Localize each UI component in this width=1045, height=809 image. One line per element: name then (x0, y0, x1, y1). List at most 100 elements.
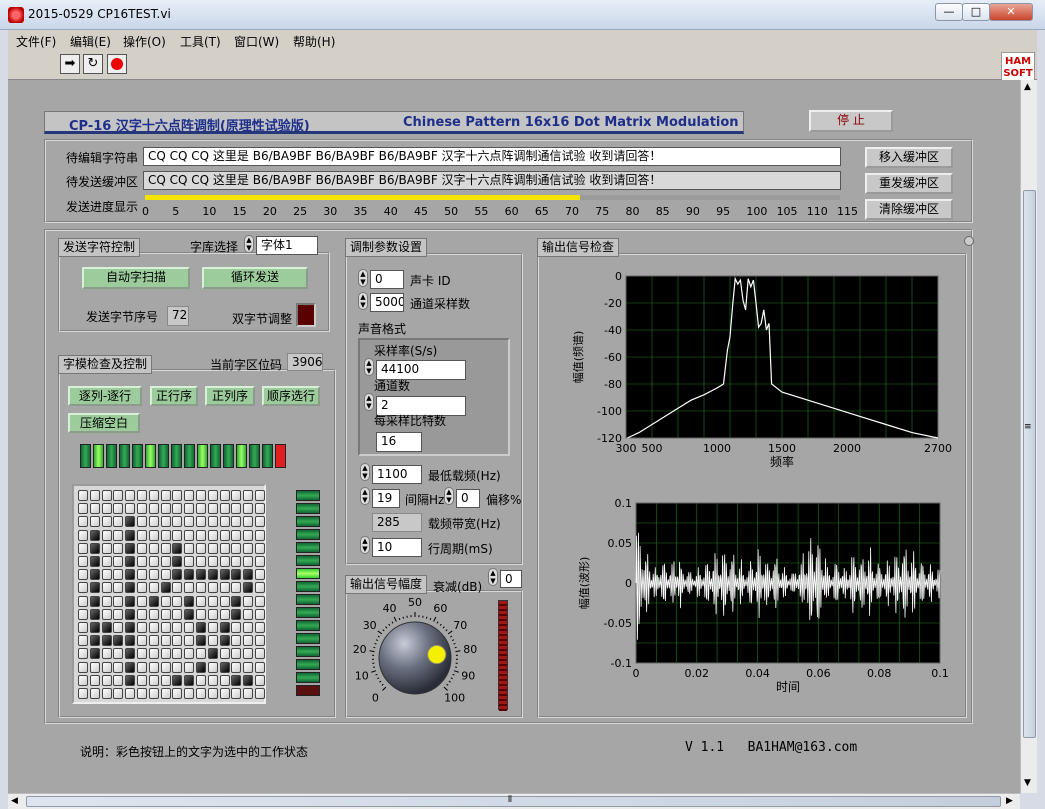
matrix-dot[interactable] (148, 582, 159, 594)
matrix-dot[interactable] (78, 582, 88, 594)
matrix-dot[interactable] (184, 529, 195, 541)
matrix-dot[interactable] (101, 503, 112, 515)
matrix-dot[interactable] (78, 661, 88, 673)
matrix-dot[interactable] (172, 582, 183, 594)
matrix-dot[interactable] (89, 622, 100, 633)
matrix-dot[interactable] (243, 595, 254, 607)
matrix-dot[interactable] (207, 674, 218, 686)
matrix-dot[interactable] (78, 595, 88, 607)
matrix-dot[interactable] (160, 490, 171, 501)
matrix-dot[interactable] (255, 595, 265, 607)
matrix-dot[interactable] (113, 503, 124, 515)
auto-scan-button[interactable]: 自动字扫描 (82, 267, 190, 289)
matrix-dot[interactable] (207, 542, 218, 554)
matrix-dot[interactable] (184, 661, 195, 673)
scroll-left-icon[interactable]: ◀ (11, 796, 18, 806)
step-input[interactable]: 19 (372, 489, 400, 508)
matrix-dot[interactable] (172, 635, 183, 647)
matrix-dot[interactable] (101, 569, 112, 581)
matrix-dot[interactable] (125, 688, 136, 699)
matrix-dot[interactable] (78, 556, 88, 567)
matrix-dot[interactable] (255, 542, 265, 554)
matrix-dot[interactable] (243, 608, 254, 620)
matrix-dot[interactable] (113, 674, 124, 686)
matrix-dot[interactable] (113, 635, 124, 647)
run-continuous-icon[interactable]: ↻ (83, 54, 103, 74)
matrix-dot[interactable] (255, 648, 265, 660)
matrix-dot[interactable] (231, 569, 242, 581)
stop-button[interactable]: 停 止 (809, 110, 893, 132)
matrix-dot[interactable] (148, 503, 159, 515)
matrix-dot[interactable] (219, 608, 230, 620)
matrix-dot[interactable] (78, 608, 88, 620)
row-order-button[interactable]: 正行序 (150, 386, 198, 406)
matrix-dot[interactable] (219, 542, 230, 554)
matrix-dot[interactable] (231, 622, 242, 633)
period-spin[interactable]: ▲ ▼ (360, 536, 370, 554)
matrix-dot[interactable] (113, 516, 124, 528)
matrix-dot[interactable] (219, 635, 230, 647)
resend-buffer-button[interactable]: 重发缓冲区 (865, 173, 953, 194)
matrix-dot[interactable] (219, 674, 230, 686)
matrix-dot[interactable] (219, 595, 230, 607)
matrix-dot[interactable] (219, 688, 230, 699)
matrix-dot[interactable] (125, 674, 136, 686)
matrix-dot[interactable] (243, 490, 254, 501)
matrix-dot[interactable] (207, 635, 218, 647)
col-order-button[interactable]: 正列序 (205, 386, 255, 406)
matrix-dot[interactable] (231, 674, 242, 686)
matrix-dot[interactable] (184, 556, 195, 567)
min-carrier-input[interactable]: 1100 (372, 465, 422, 484)
matrix-dot[interactable] (101, 595, 112, 607)
matrix-dot[interactable] (184, 490, 195, 501)
matrix-dot[interactable] (243, 516, 254, 528)
matrix-dot[interactable] (219, 529, 230, 541)
matrix-dot[interactable] (243, 529, 254, 541)
matrix-dot[interactable] (184, 516, 195, 528)
bits-input[interactable]: 16 (376, 432, 422, 452)
matrix-dot[interactable] (137, 582, 147, 594)
loop-send-button[interactable]: 循环发送 (202, 267, 308, 289)
matrix-dot[interactable] (196, 608, 206, 620)
matrix-dot[interactable] (172, 688, 183, 699)
matrix-dot[interactable] (101, 556, 112, 567)
matrix-dot[interactable] (219, 556, 230, 567)
matrix-dot[interactable] (78, 490, 88, 501)
matrix-dot[interactable] (89, 529, 100, 541)
matrix-dot[interactable] (184, 582, 195, 594)
matrix-dot[interactable] (184, 542, 195, 554)
matrix-dot[interactable] (172, 595, 183, 607)
matrix-dot[interactable] (148, 648, 159, 660)
matrix-dot[interactable] (89, 595, 100, 607)
matrix-dot[interactable] (207, 608, 218, 620)
matrix-dot[interactable] (172, 490, 183, 501)
matrix-dot[interactable] (148, 569, 159, 581)
matrix-dot[interactable] (160, 542, 171, 554)
channels-spin[interactable]: ▲ ▼ (364, 393, 374, 411)
matrix-dot[interactable] (160, 635, 171, 647)
matrix-dot[interactable] (137, 648, 147, 660)
matrix-dot[interactable] (243, 688, 254, 699)
matrix-dot[interactable] (207, 622, 218, 633)
offset-spin[interactable]: ▲ ▼ (444, 487, 454, 505)
matrix-dot[interactable] (160, 661, 171, 673)
matrix-dot[interactable] (101, 608, 112, 620)
matrix-dot[interactable] (255, 661, 265, 673)
matrix-dot[interactable] (125, 582, 136, 594)
matrix-dot[interactable] (137, 688, 147, 699)
edit-string-input[interactable]: CQ CQ CQ 这里是 B6/BA9BF B6/BA9BF B6/BA9BF … (143, 147, 841, 166)
matrix-dot[interactable] (113, 490, 124, 501)
matrix-dot[interactable] (243, 569, 254, 581)
matrix-dot[interactable] (125, 635, 136, 647)
matrix-dot[interactable] (78, 516, 88, 528)
matrix-dot[interactable] (78, 529, 88, 541)
matrix-dot[interactable] (89, 648, 100, 660)
matrix-dot[interactable] (243, 661, 254, 673)
matrix-dot[interactable] (113, 688, 124, 699)
matrix-dot[interactable] (255, 608, 265, 620)
matrix-dot[interactable] (148, 661, 159, 673)
matrix-dot[interactable] (125, 608, 136, 620)
matrix-dot[interactable] (207, 582, 218, 594)
rate-spin[interactable]: ▲ ▼ (358, 292, 368, 310)
matrix-dot[interactable] (196, 516, 206, 528)
